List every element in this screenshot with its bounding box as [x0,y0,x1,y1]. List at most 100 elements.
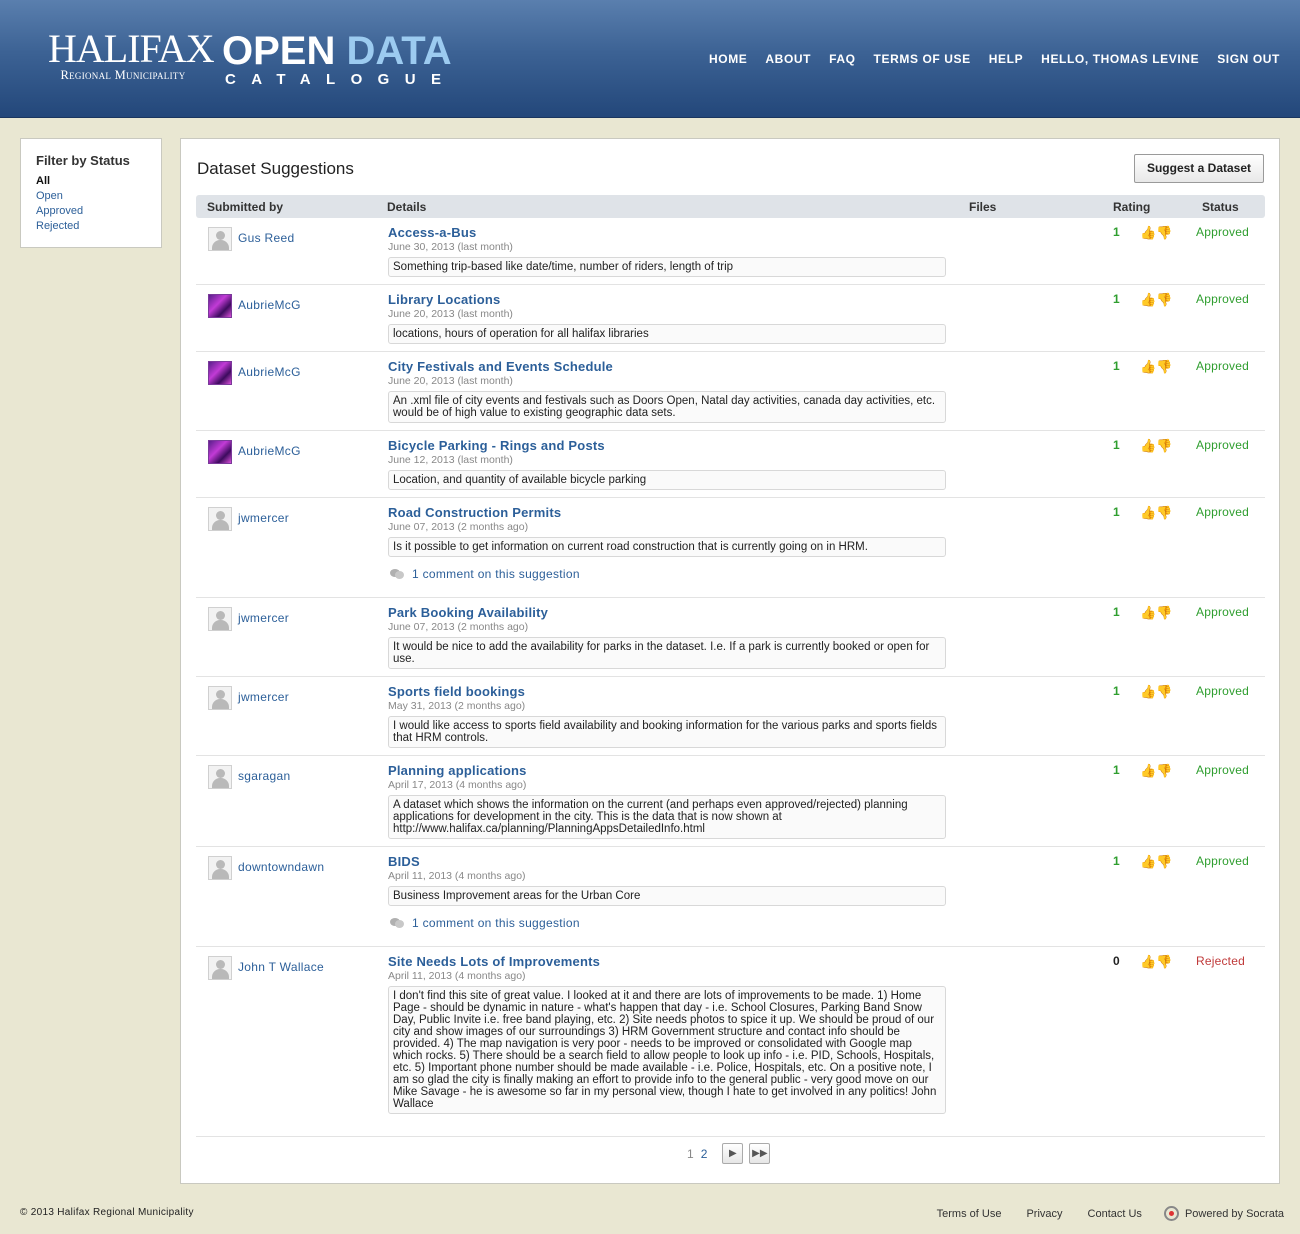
filter-rejected[interactable]: Rejected [36,219,146,234]
submitter-link[interactable]: sgaragan [238,769,290,783]
rating-score: 1 [1113,763,1120,777]
nav-help[interactable]: HELP [989,52,1023,66]
submitter-link[interactable]: John T Wallace [238,960,324,974]
footer-copyright: © 2013 Halifax Regional Municipality [20,1207,194,1218]
comment-link[interactable]: 1 comment on this suggestion [390,567,580,581]
col-submitted-by: Submitted by [207,200,284,214]
comment-link[interactable]: 1 comment on this suggestion [390,916,580,930]
footer-contact-link[interactable]: Contact Us [1088,1208,1142,1220]
table-row: AubrieMcG Library Locations June 20, 2013 … [196,285,1265,352]
suggestion-title[interactable]: Road Construction Permits [388,505,561,520]
suggestion-date: April 11, 2013 (4 months ago) [388,970,526,982]
thumbs-down-icon[interactable]: 👎 [1156,359,1172,374]
thumbs-down-icon[interactable]: 👎 [1156,954,1172,969]
thumbs-up-icon[interactable]: 👍 [1140,684,1156,699]
suggestion-description: locations, hours of operation for all ha… [388,324,946,344]
status-badge: Approved [1196,292,1249,306]
submitter-link[interactable]: Gus Reed [238,231,294,245]
table-row: sgaragan Planning applications April 17, 2… [196,756,1265,847]
submitter-link[interactable]: jwmercer [238,611,289,625]
powered-by-socrata[interactable]: Powered by Socrata [1163,1206,1284,1221]
comment-link-text: 1 comment on this suggestion [412,567,580,581]
submitter-link[interactable]: AubrieMcG [238,365,301,379]
thumbs-down-icon[interactable]: 👎 [1156,438,1172,453]
thumbs-down-icon[interactable]: 👎 [1156,684,1172,699]
site-header: HALIFAX Regional Municipality OPEN DATA … [0,0,1300,118]
avatar[interactable] [208,440,232,464]
filter-all[interactable]: All [36,174,146,189]
page-link-2[interactable]: 2 [701,1147,708,1161]
thumbs-up-icon[interactable]: 👍 [1140,763,1156,778]
nav-terms[interactable]: TERMS OF USE [874,52,971,66]
thumbs-up-icon[interactable]: 👍 [1140,854,1156,869]
suggestion-title[interactable]: Bicycle Parking - Rings and Posts [388,438,605,453]
open-data-logo[interactable]: OPEN DATA CATALOGUE [222,31,456,88]
submitter-link[interactable]: jwmercer [238,690,289,704]
suggestion-description: Is it possible to get information on cur… [388,537,946,557]
avatar[interactable] [208,227,232,251]
suggestion-title[interactable]: BIDS [388,854,420,869]
suggest-dataset-button[interactable]: Suggest a Dataset [1134,154,1264,183]
suggestion-title[interactable]: Park Booking Availability [388,605,548,620]
table-row: downtowndawn BIDS April 11, 2013 (4 months… [196,847,1265,947]
footer-terms-link[interactable]: Terms of Use [937,1208,1002,1220]
comment-link-text: 1 comment on this suggestion [412,916,580,930]
suggestion-title[interactable]: City Festivals and Events Schedule [388,359,613,374]
submitter-link[interactable]: AubrieMcG [238,298,301,312]
thumbs-down-icon[interactable]: 👎 [1156,292,1172,307]
suggestion-title[interactable]: Planning applications [388,763,527,778]
thumbs-up-icon[interactable]: 👍 [1140,505,1156,520]
status-badge: Approved [1196,505,1249,519]
table-row: AubrieMcG City Festivals and Events Sched… [196,352,1265,431]
suggestion-title[interactable]: Site Needs Lots of Improvements [388,954,600,969]
col-files: Files [969,200,997,214]
filter-open[interactable]: Open [36,189,146,204]
thumbs-down-icon[interactable]: 👎 [1156,605,1172,620]
nav-home[interactable]: HOME [709,52,747,66]
avatar[interactable] [208,856,232,880]
page-current: 1 [687,1146,694,1161]
thumbs-down-icon[interactable]: 👎 [1156,505,1172,520]
thumbs-up-icon[interactable]: 👍 [1140,438,1156,453]
avatar[interactable] [208,294,232,318]
logo-main-text: HALIFAX [48,26,215,71]
thumbs-up-icon[interactable]: 👍 [1140,225,1156,240]
avatar[interactable] [208,507,232,531]
nav-about[interactable]: ABOUT [765,52,811,66]
thumbs-down-icon[interactable]: 👎 [1156,763,1172,778]
thumbs-up-icon[interactable]: 👍 [1140,359,1156,374]
submitter-link[interactable]: AubrieMcG [238,444,301,458]
footer-links: Terms of Use Privacy Contact Us Powered … [912,1206,1284,1221]
submitter-link[interactable]: jwmercer [238,511,289,525]
submitter-link[interactable]: downtowndawn [238,860,324,874]
rating-controls: 👍👎 [1140,954,1172,970]
avatar[interactable] [208,765,232,789]
suggestion-title[interactable]: Sports field bookings [388,684,525,699]
thumbs-down-icon[interactable]: 👎 [1156,225,1172,240]
nav-sign-out[interactable]: SIGN OUT [1217,52,1280,66]
footer-privacy-link[interactable]: Privacy [1026,1208,1062,1220]
avatar[interactable] [208,956,232,980]
suggestion-description: A dataset which shows the information on… [388,795,946,839]
thumbs-down-icon[interactable]: 👎 [1156,854,1172,869]
table-row: Gus Reed Access-a-Bus June 30, 2013 (last … [196,218,1265,285]
filter-approved[interactable]: Approved [36,204,146,219]
avatar[interactable] [208,686,232,710]
suggestion-title[interactable]: Library Locations [388,292,500,307]
avatar[interactable] [208,361,232,385]
nav-faq[interactable]: FAQ [829,52,855,66]
suggestion-title[interactable]: Access-a-Bus [388,225,476,240]
pagination: 1 2 ▶ ▶▶ [687,1143,771,1164]
suggestion-description: It would be nice to add the availability… [388,637,946,669]
thumbs-up-icon[interactable]: 👍 [1140,605,1156,620]
filter-title: Filter by Status [36,153,130,168]
thumbs-up-icon[interactable]: 👍 [1140,954,1156,969]
avatar[interactable] [208,607,232,631]
nav-user-greeting[interactable]: HELLO, THOMAS LEVINE [1041,52,1199,66]
next-page-icon[interactable]: ▶ [722,1143,744,1164]
suggestion-description: I don't find this site of great value. I… [388,986,946,1114]
suggestion-date: June 12, 2013 (last month) [388,454,513,466]
last-page-icon[interactable]: ▶▶ [749,1143,771,1164]
thumbs-up-icon[interactable]: 👍 [1140,292,1156,307]
halifax-logo[interactable]: HALIFAX Regional Municipality [48,26,215,83]
